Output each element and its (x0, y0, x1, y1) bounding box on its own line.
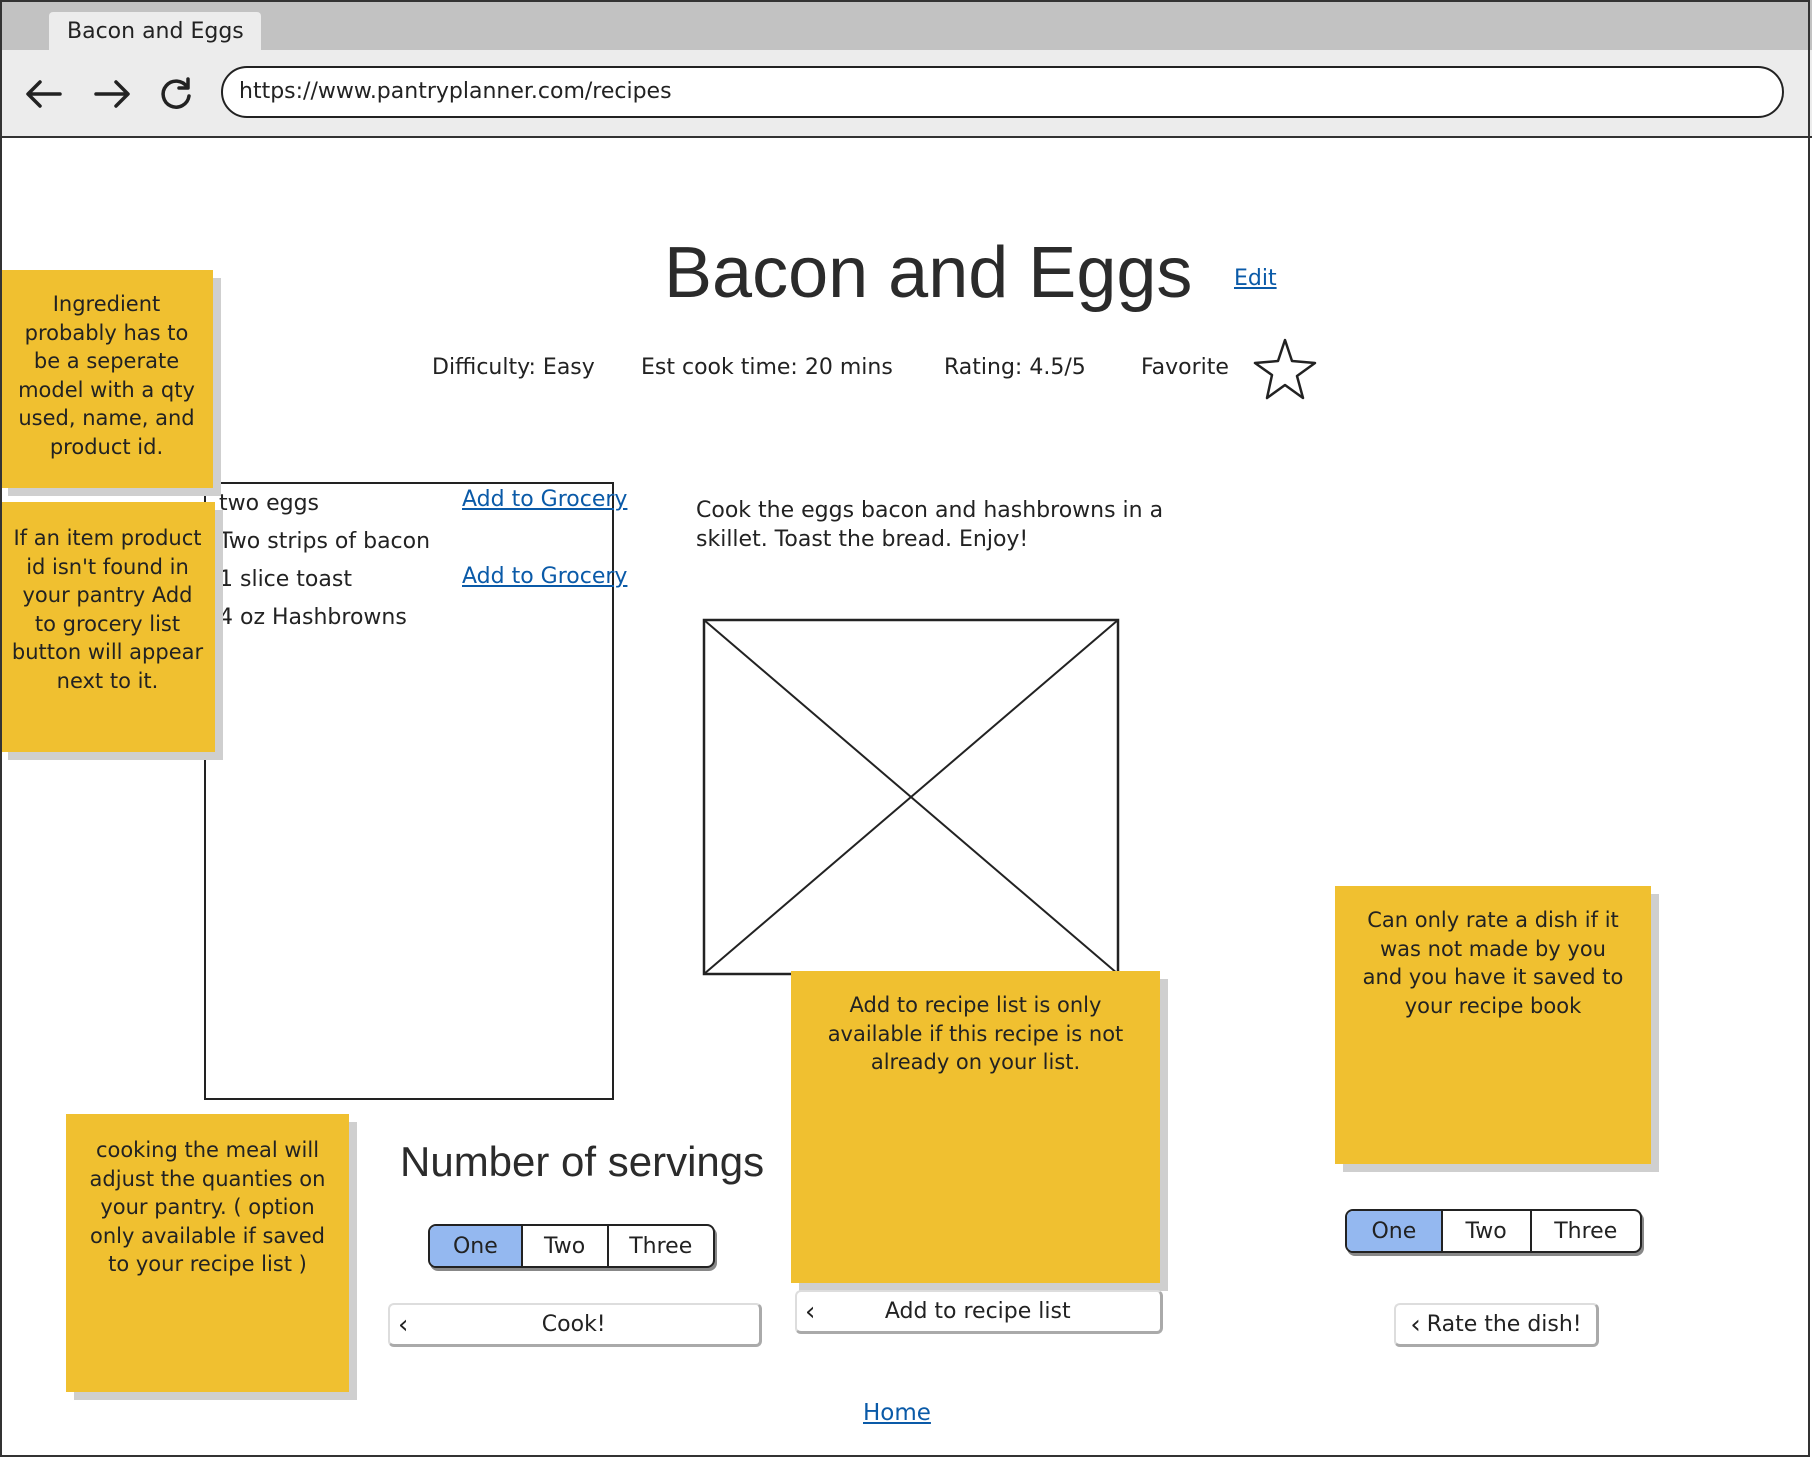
reload-icon (161, 77, 191, 109)
forward-button[interactable] (88, 70, 136, 118)
star-icon[interactable] (1251, 336, 1319, 402)
back-button[interactable] (20, 70, 68, 118)
favorite-label: Favorite (1141, 355, 1229, 380)
sticky-note-recipe-list: Add to recipe list is only available if … (791, 971, 1160, 1283)
rate-dish-button[interactable]: ‹ Rate the dish! (1394, 1303, 1599, 1347)
add-to-grocery-link[interactable]: Add to Grocery (462, 564, 627, 589)
chevron-left-icon: ‹ (398, 1309, 409, 1340)
sticky-note-rating: Can only rate a dish if it was not made … (1335, 886, 1651, 1164)
rating-option-one[interactable]: One (1347, 1211, 1443, 1251)
difficulty-label: Difficulty: Easy (432, 355, 595, 380)
image-placeholder (702, 618, 1120, 976)
ingredient-item: two eggs (219, 491, 319, 516)
rating-option-two[interactable]: Two (1443, 1211, 1532, 1251)
page-title: Bacon and Eggs (664, 233, 1193, 313)
edit-link[interactable]: Edit (1234, 266, 1277, 291)
rating-selector: One Two Three (1345, 1209, 1642, 1253)
rating-option-three[interactable]: Three (1532, 1211, 1641, 1251)
rate-dish-label: Rate the dish! (1426, 1312, 1582, 1337)
sticky-note-ingredient-model: Ingredient probably has to be a seperate… (0, 270, 213, 488)
cook-time-label: Est cook time: 20 mins (641, 355, 893, 380)
servings-option-one[interactable]: One (430, 1226, 523, 1266)
arrow-left-icon (26, 80, 62, 108)
address-bar[interactable]: https://www.pantryplanner.com/recipes (221, 66, 1784, 118)
sticky-note-cooking: cooking the meal will adjust the quantie… (66, 1114, 349, 1392)
chevron-left-icon: ‹ (1410, 1309, 1421, 1340)
add-to-recipe-list-label: Add to recipe list (884, 1299, 1071, 1324)
cook-button[interactable]: ‹ Cook! (388, 1303, 762, 1347)
browser-tab[interactable]: Bacon and Eggs (49, 12, 261, 52)
ingredient-item: Two strips of bacon (219, 529, 431, 554)
tab-strip (0, 0, 1812, 51)
reload-button[interactable] (152, 70, 200, 118)
ingredient-item: 4 oz Hashbrowns (219, 605, 407, 630)
chevron-left-icon: ‹ (805, 1296, 816, 1327)
servings-option-two[interactable]: Two (523, 1226, 609, 1266)
ingredient-item: 1 slice toast (219, 567, 352, 592)
rating-label: Rating: 4.5/5 (944, 355, 1086, 380)
servings-selector: One Two Three (428, 1224, 715, 1268)
arrow-right-icon (94, 80, 130, 108)
add-to-grocery-link[interactable]: Add to Grocery (462, 487, 627, 512)
sticky-note-grocery-button: If an item product id isn't found in you… (0, 502, 215, 752)
add-to-recipe-list-button[interactable]: ‹ Add to recipe list (795, 1290, 1163, 1334)
cook-button-label: Cook! (541, 1312, 606, 1337)
servings-option-three[interactable]: Three (609, 1226, 714, 1266)
recipe-instructions: Cook the eggs bacon and hashbrowns in a … (696, 498, 1164, 552)
servings-title: Number of servings (400, 1138, 765, 1185)
home-link[interactable]: Home (863, 1400, 931, 1426)
